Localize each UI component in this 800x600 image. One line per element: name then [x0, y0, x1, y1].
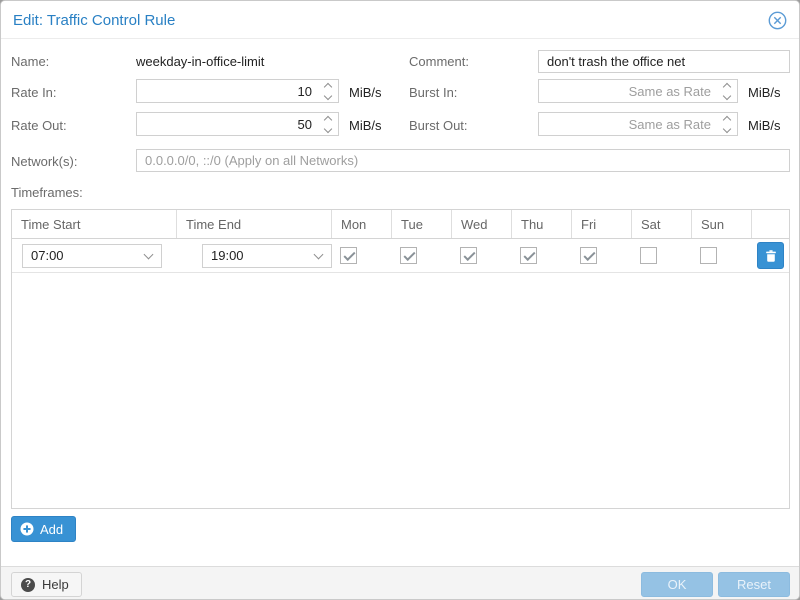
rate-in-field[interactable]: [136, 79, 339, 103]
trash-icon: [764, 249, 778, 263]
col-header-time-end[interactable]: Time End: [177, 210, 332, 238]
burst-in-spinner[interactable]: [717, 80, 737, 102]
spinner-up-icon[interactable]: [324, 82, 332, 90]
time-start-value: 07:00: [31, 248, 145, 263]
col-header-sun[interactable]: Sun: [692, 210, 752, 238]
col-header-mon[interactable]: Mon: [332, 210, 392, 238]
checkbox-fri[interactable]: [580, 247, 597, 264]
rate-in-unit: MiB/s: [349, 85, 382, 100]
burst-in-unit: MiB/s: [748, 85, 781, 100]
checkbox-wed[interactable]: [460, 247, 477, 264]
dialog-header: Edit: Traffic Control Rule: [1, 1, 799, 39]
comment-input[interactable]: [538, 50, 790, 73]
comment-label: Comment:: [409, 54, 469, 69]
spinner-up-icon[interactable]: [723, 82, 731, 90]
col-header-wed[interactable]: Wed: [452, 210, 512, 238]
rate-out-field[interactable]: [136, 112, 339, 136]
rate-in-label: Rate In:: [11, 85, 57, 100]
burst-out-field[interactable]: [538, 112, 738, 136]
table-row: 07:00 19:00: [12, 239, 789, 273]
reset-button-label: Reset: [737, 577, 771, 592]
spinner-down-icon[interactable]: [723, 91, 731, 99]
burst-out-label: Burst Out:: [409, 118, 468, 133]
question-circle-icon: ?: [21, 578, 35, 592]
reset-button[interactable]: Reset: [718, 572, 790, 597]
burst-in-label: Burst In:: [409, 85, 457, 100]
rate-in-spinner[interactable]: [318, 80, 338, 102]
rate-in-input[interactable]: [137, 80, 318, 102]
delete-row-button[interactable]: [757, 242, 784, 269]
help-button[interactable]: ? Help: [11, 572, 82, 597]
col-header-actions: [752, 210, 789, 238]
ok-button-label: OK: [668, 577, 687, 592]
rate-out-label: Rate Out:: [11, 118, 67, 133]
plus-circle-icon: [20, 522, 34, 536]
checkbox-mon[interactable]: [340, 247, 357, 264]
dialog-footer: ? Help OK Reset: [1, 566, 799, 600]
spinner-down-icon[interactable]: [324, 91, 332, 99]
col-header-thu[interactable]: Thu: [512, 210, 572, 238]
checkbox-tue[interactable]: [400, 247, 417, 264]
checkbox-thu[interactable]: [520, 247, 537, 264]
burst-out-spinner[interactable]: [717, 113, 737, 135]
spinner-down-icon[interactable]: [723, 124, 731, 132]
spinner-up-icon[interactable]: [723, 115, 731, 123]
rate-out-input[interactable]: [137, 113, 318, 135]
help-button-label: Help: [42, 577, 69, 592]
spinner-up-icon[interactable]: [324, 115, 332, 123]
networks-input[interactable]: [136, 149, 790, 172]
col-header-time-start[interactable]: Time Start: [12, 210, 177, 238]
dialog-title: Edit: Traffic Control Rule: [13, 12, 175, 29]
add-button-label: Add: [40, 522, 63, 537]
spinner-down-icon[interactable]: [324, 124, 332, 132]
rate-out-spinner[interactable]: [318, 113, 338, 135]
burst-out-unit: MiB/s: [748, 118, 781, 133]
timeframes-table: Time Start Time End Mon Tue Wed Thu Fri …: [11, 209, 790, 509]
burst-in-field[interactable]: [538, 79, 738, 103]
checkbox-sat[interactable]: [640, 247, 657, 264]
rate-out-unit: MiB/s: [349, 118, 382, 133]
burst-out-input[interactable]: [539, 113, 717, 135]
ok-button[interactable]: OK: [641, 572, 713, 597]
checkbox-sun[interactable]: [700, 247, 717, 264]
name-value: weekday-in-office-limit: [136, 54, 264, 69]
chevron-down-icon[interactable]: [314, 249, 324, 259]
timeframes-label: Timeframes:: [11, 185, 83, 200]
name-label: Name:: [11, 54, 49, 69]
add-button[interactable]: Add: [11, 516, 76, 542]
time-end-value: 19:00: [211, 248, 315, 263]
burst-in-input[interactable]: [539, 80, 717, 102]
time-end-combo[interactable]: 19:00: [202, 244, 332, 268]
col-header-tue[interactable]: Tue: [392, 210, 452, 238]
close-icon[interactable]: [768, 11, 787, 30]
table-header: Time Start Time End Mon Tue Wed Thu Fri …: [12, 210, 789, 239]
edit-traffic-control-rule-dialog: Edit: Traffic Control Rule Name: weekday…: [0, 0, 800, 600]
col-header-sat[interactable]: Sat: [632, 210, 692, 238]
time-start-combo[interactable]: 07:00: [22, 244, 162, 268]
chevron-down-icon[interactable]: [144, 249, 154, 259]
networks-label: Network(s):: [11, 154, 77, 169]
col-header-fri[interactable]: Fri: [572, 210, 632, 238]
